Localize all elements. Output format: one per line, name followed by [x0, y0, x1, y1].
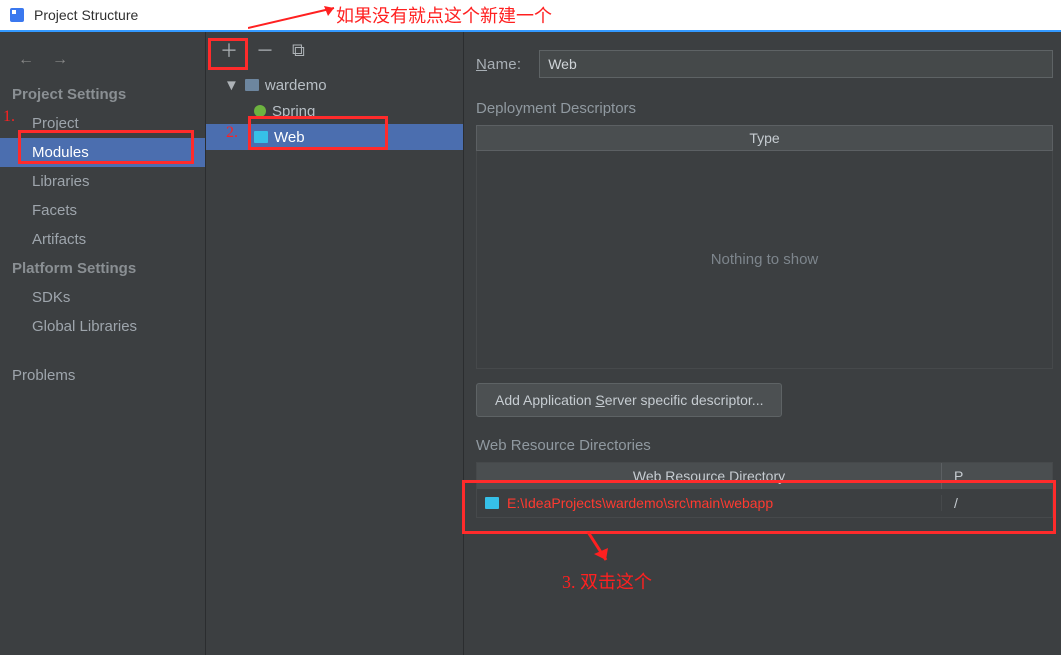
add-server-descriptor-button[interactable]: Add Application Server specific descript…	[476, 383, 782, 417]
sidebar-item-global-libraries[interactable]: Global Libraries	[0, 312, 205, 341]
wrd-path-text: E:\IdeaProjects\wardemo\src\main\webapp	[507, 495, 773, 511]
web-folder-icon	[254, 131, 268, 143]
tree-facet-spring[interactable]: Spring	[206, 98, 463, 124]
copy-icon[interactable]: ⧉	[292, 40, 305, 61]
facet-name-input[interactable]	[539, 50, 1053, 78]
tree-spring-label: Spring	[272, 103, 315, 120]
web-resource-dir-table: Web Resource Directory P E:\IdeaProjects…	[476, 462, 1053, 518]
sidebar-item-libraries[interactable]: Libraries	[0, 167, 205, 196]
descriptor-empty-area: Nothing to show	[476, 151, 1053, 369]
tree-web-label: Web	[274, 129, 305, 146]
window-title-bar: Project Structure	[0, 0, 1061, 30]
web-resource-dir-row[interactable]: E:\IdeaProjects\wardemo\src\main\webapp …	[477, 489, 1052, 517]
forward-arrow-icon[interactable]: →	[52, 51, 68, 69]
expand-icon[interactable]: ▼	[224, 77, 239, 94]
sidebar-item-problems[interactable]: Problems	[0, 361, 205, 390]
window-title: Project Structure	[34, 7, 138, 23]
module-tree-panel: ＋ － ⧉ ▼ wardemo Spring Web	[206, 32, 464, 655]
sidebar-item-sdks[interactable]: SDKs	[0, 283, 205, 312]
sidebar-item-project[interactable]: Project	[0, 109, 205, 138]
spring-icon	[254, 105, 266, 117]
tree-facet-web[interactable]: Web	[206, 124, 463, 150]
tree-root-label: wardemo	[265, 77, 327, 94]
platform-settings-heading: Platform Settings	[0, 254, 205, 283]
wrd-col-header: Web Resource Directory	[477, 463, 942, 489]
back-arrow-icon[interactable]: ←	[18, 51, 34, 69]
left-sidebar: ← → Project Settings Project Modules Lib…	[0, 32, 206, 655]
app-icon	[8, 6, 26, 24]
sidebar-item-artifacts[interactable]: Artifacts	[0, 225, 205, 254]
minus-icon[interactable]: －	[256, 37, 274, 63]
project-settings-heading: Project Settings	[0, 80, 205, 109]
sidebar-item-modules[interactable]: Modules	[0, 138, 205, 167]
details-panel: Name: Deployment Descriptors Type Nothin…	[464, 32, 1061, 655]
sidebar-item-facets[interactable]: Facets	[0, 196, 205, 225]
web-resource-dirs-title: Web Resource Directories	[476, 437, 1053, 454]
folder-icon	[245, 79, 259, 91]
plus-icon[interactable]: ＋	[220, 37, 238, 63]
deployment-descriptors-title: Deployment Descriptors	[476, 100, 1053, 117]
tree-module-root[interactable]: ▼ wardemo	[206, 72, 463, 98]
wrd-relative-text: /	[942, 495, 1052, 511]
module-toolbar: ＋ － ⧉	[206, 32, 463, 68]
descriptor-type-header: Type	[476, 125, 1053, 151]
nothing-to-show-text: Nothing to show	[711, 251, 819, 268]
name-label: Name:	[476, 56, 521, 73]
folder-icon	[485, 497, 499, 509]
path-col-header: P	[942, 463, 1052, 489]
